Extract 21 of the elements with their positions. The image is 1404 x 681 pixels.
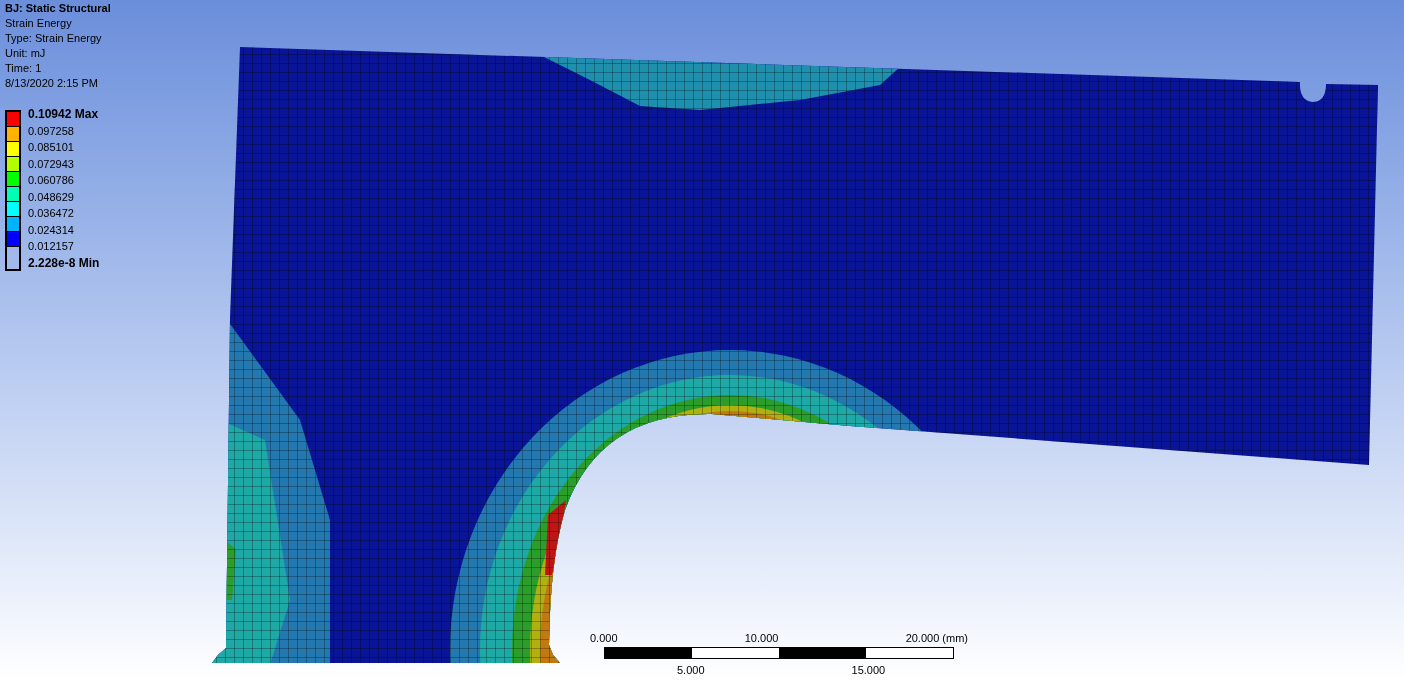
legend-value: 0.085101 bbox=[28, 140, 75, 155]
legend-value: 0.10942 Max bbox=[28, 106, 100, 123]
scale-label: 15.000 bbox=[851, 662, 886, 678]
legend-value: 0.036472 bbox=[28, 206, 75, 221]
analysis-title: BJ: Static Structural bbox=[5, 1, 112, 16]
result-info-text: Unit: mJ bbox=[5, 46, 47, 61]
result-info-text: Time: 1 bbox=[5, 61, 43, 76]
scale-label: 20.000 (mm) bbox=[905, 631, 968, 646]
scale-label: 5.000 bbox=[677, 662, 705, 678]
legend-value: 0.060786 bbox=[28, 173, 75, 188]
legend-value: 0.072943 bbox=[28, 156, 75, 172]
result-info-text: Type: Strain Energy bbox=[5, 31, 103, 46]
scale-label: 0.000 bbox=[590, 631, 618, 646]
scale-label: 10.000 bbox=[744, 631, 779, 646]
legend-value: 2.228e-8 Min bbox=[28, 254, 100, 271]
legend-value: 0.097258 bbox=[28, 123, 75, 139]
legend-value: 0.024314 bbox=[28, 222, 75, 238]
legend-value: 0.048629 bbox=[28, 189, 75, 205]
result-info-text: 8/13/2020 2:15 PM bbox=[5, 76, 99, 91]
result-info-text: Strain Energy bbox=[5, 16, 73, 31]
legend-value: 0.012157 bbox=[28, 239, 75, 254]
